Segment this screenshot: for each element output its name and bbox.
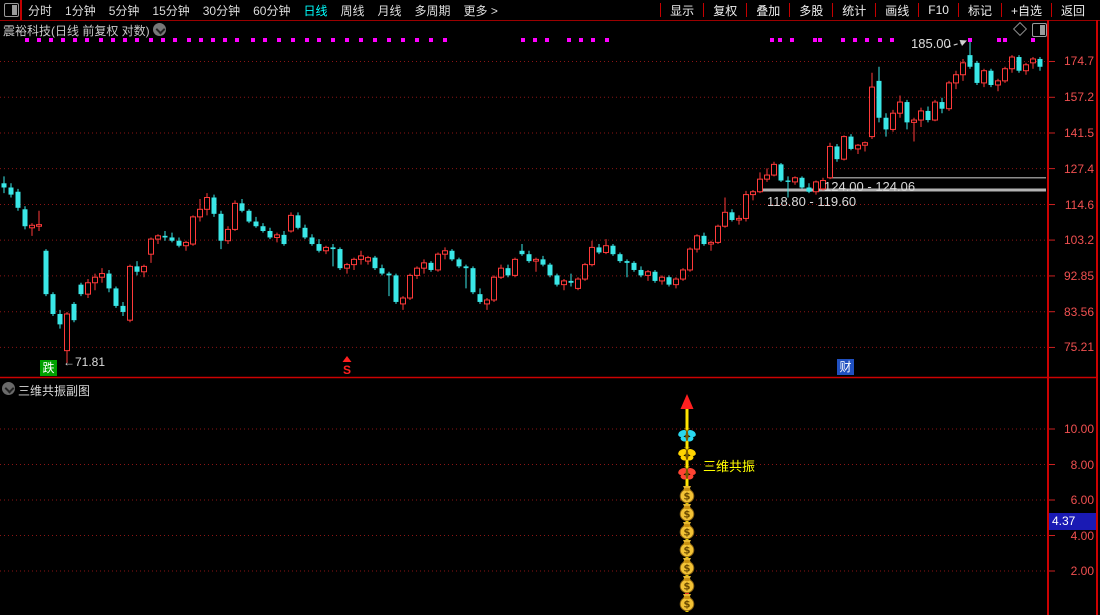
svg-text:$: $ bbox=[684, 510, 691, 521]
indicator-axis-label: 10.00 bbox=[1063, 422, 1094, 436]
money-bag-icon: $ bbox=[679, 504, 695, 522]
s-marker: S bbox=[343, 363, 351, 377]
zone2-label: 118.80 - 119.60 bbox=[767, 194, 857, 209]
svg-text:$: $ bbox=[684, 600, 691, 611]
price-axis-label: 83.56 bbox=[1063, 304, 1094, 319]
svg-text:$: $ bbox=[684, 528, 691, 539]
indicator-axis-label: 2.00 bbox=[1070, 564, 1094, 578]
price-axis-label: 103.2 bbox=[1063, 233, 1094, 248]
chart-title: 震裕科技(日线 前复权 对数) bbox=[3, 24, 150, 38]
cai-badge: 财 bbox=[837, 359, 854, 375]
svg-text:$: $ bbox=[684, 582, 691, 593]
price-axis-label: 157.2 bbox=[1063, 90, 1094, 105]
money-bag-icon: $ bbox=[679, 540, 695, 558]
price-axis-label: 141.5 bbox=[1063, 125, 1094, 140]
indicator-axis-label: 4.00 bbox=[1070, 528, 1094, 543]
indicator-axis-label: 8.00 bbox=[1070, 457, 1094, 472]
money-bag-icon: $ bbox=[679, 558, 695, 576]
svg-text:$: $ bbox=[684, 546, 691, 557]
price-axis-label: 174.7 bbox=[1063, 54, 1094, 69]
high-price-annotation: 185.00 bbox=[911, 36, 951, 51]
zone1-label: 124.00 - 124.06 bbox=[824, 179, 916, 194]
sub-chart-title: 三维共振副图 bbox=[18, 384, 91, 398]
up-arrow-icon bbox=[680, 394, 694, 409]
axis-border-right bbox=[1096, 20, 1098, 615]
money-bag-icon: $ bbox=[679, 522, 695, 540]
low-price-annotation: ←71.81 bbox=[63, 355, 106, 369]
indicator-axis-label: 6.00 bbox=[1070, 493, 1094, 507]
candlestick-chart[interactable]: S $ $ $ $ $ $ $ bbox=[0, 0, 1100, 615]
money-bag-icon: $ bbox=[679, 594, 695, 612]
chevron-down-icon[interactable] bbox=[153, 23, 166, 36]
money-bag-icon: $ bbox=[679, 486, 695, 504]
svg-text:$: $ bbox=[684, 564, 691, 575]
trading-app: 分时 1分钟 5分钟 15分钟 30分钟 60分钟 日线 周线 月线 多周期 更多 > 显示 复权 叠加… bbox=[0, 0, 1100, 615]
price-axis-label: 75.21 bbox=[1063, 340, 1094, 355]
money-bag-icon: $ bbox=[679, 576, 695, 594]
price-axis-label: 92.85 bbox=[1063, 268, 1094, 283]
svg-text:$: $ bbox=[684, 492, 691, 503]
down-badge: 跌 bbox=[40, 360, 57, 376]
sub-chevron-down-icon[interactable] bbox=[2, 382, 15, 395]
current-value-badge: 4.37 bbox=[1049, 513, 1096, 530]
split-view-icon[interactable] bbox=[1032, 23, 1047, 37]
price-axis-label: 114.6 bbox=[1064, 197, 1094, 212]
price-axis-label: 127.4 bbox=[1063, 161, 1094, 176]
signal-label: 三维共振 bbox=[703, 459, 756, 474]
